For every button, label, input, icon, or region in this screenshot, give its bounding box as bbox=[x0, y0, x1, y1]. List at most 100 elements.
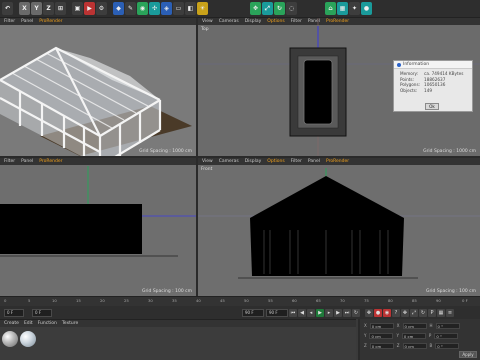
rotation-h-field[interactable]: 0 ° bbox=[435, 323, 460, 329]
coord-axis: Z bbox=[396, 343, 400, 348]
current-frame-field[interactable]: 0 F bbox=[4, 308, 24, 317]
x-axis-button[interactable]: X bbox=[19, 2, 30, 15]
deformer-icon[interactable]: ◈ bbox=[161, 2, 172, 15]
parameter-key-icon[interactable]: P bbox=[428, 308, 436, 317]
timeline-menu-icon[interactable]: ≡ bbox=[446, 308, 454, 317]
point-level-icon[interactable]: ▦ bbox=[437, 308, 445, 317]
timeline-tick: 60 bbox=[292, 298, 297, 303]
position-key-icon[interactable]: ✥ bbox=[401, 308, 409, 317]
play-icon[interactable]: ▶ bbox=[316, 308, 324, 317]
timeline-tick: 20 bbox=[100, 298, 105, 303]
tent-front-view bbox=[198, 168, 480, 279]
position-z-field[interactable]: 0 cm bbox=[369, 343, 394, 349]
tent-side-view bbox=[0, 166, 196, 257]
menu-texture[interactable]: Texture bbox=[62, 321, 78, 326]
timeline-tick: 85 bbox=[412, 298, 417, 303]
position-x-field[interactable]: 0 cm bbox=[369, 323, 394, 329]
info-row: Memory: ca. 749414 KBytes bbox=[398, 71, 465, 77]
sphere-icon[interactable]: ● bbox=[361, 2, 372, 15]
material-swatch-glass[interactable] bbox=[20, 331, 36, 347]
info-label: Objects: bbox=[400, 87, 418, 93]
transport-bar: 0 F 0 F 90 F 90 F ⏮ ◀ ◂ ▶ ▸ ▶ ⏭ ↻ ✥ ● ◉ … bbox=[0, 306, 480, 319]
live-select-icon[interactable]: ◌ bbox=[286, 2, 297, 15]
timeline-tick: 5 bbox=[28, 298, 31, 303]
y-axis-button[interactable]: Y bbox=[31, 2, 42, 15]
rotation-b-field[interactable]: 0 ° bbox=[435, 343, 460, 349]
move-key-icon[interactable]: ✥ bbox=[365, 308, 373, 317]
render-region-icon[interactable]: ▣ bbox=[72, 2, 83, 15]
pen-icon[interactable]: ✎ bbox=[125, 2, 136, 15]
coord-row-3: Z0 cm Z0 cm B0 ° bbox=[364, 343, 460, 349]
next-frame-icon[interactable]: ▸ bbox=[325, 308, 333, 317]
next-key-icon[interactable]: ▶ bbox=[334, 308, 342, 317]
timeline-tick: 10 bbox=[52, 298, 57, 303]
ok-button[interactable]: Ok bbox=[425, 103, 439, 110]
cube-icon[interactable]: ◆ bbox=[113, 2, 124, 15]
viewport-divider-horizontal[interactable] bbox=[0, 156, 480, 158]
coord-axis: B bbox=[429, 343, 433, 348]
coord-axis: Y bbox=[364, 333, 367, 338]
subdivision-icon[interactable]: ◉ bbox=[137, 2, 148, 15]
main-toolbar: ↶ X Y Z ⊞ ▣ ▶ ⚙ ◆ ✎ ◉ ✣ ◈ ▭ ◧ ☀ ✥ ⤢ ↻ ◌ … bbox=[0, 0, 480, 18]
coordinates-manager: X0 cm X0 cm H0 ° Y0 cm Y0 cm P0 ° Z0 cm … bbox=[358, 319, 480, 360]
undo-icon[interactable]: ↶ bbox=[2, 2, 13, 15]
z-axis-button[interactable]: Z bbox=[43, 2, 54, 15]
timeline-ruler[interactable]: 0 5 10 15 20 25 30 35 40 45 50 55 60 65 … bbox=[0, 296, 480, 306]
grid-spacing-label: Grid Spacing : 1000 cm bbox=[139, 149, 192, 154]
viewport-right[interactable]: Filter Panel ProRender Grid Spacing : 10… bbox=[0, 158, 196, 296]
preview-end-field[interactable]: 90 F bbox=[266, 308, 288, 317]
light-icon[interactable]: ☀ bbox=[197, 2, 208, 15]
timeline-tick: 65 bbox=[316, 298, 321, 303]
rotation-p-field[interactable]: 0 ° bbox=[434, 333, 459, 339]
plugin-icon[interactable]: ✦ bbox=[349, 2, 360, 15]
render-view-icon[interactable]: ▶ bbox=[84, 2, 95, 15]
scale-key-icon[interactable]: ⤢ bbox=[410, 308, 418, 317]
menu-function[interactable]: Function bbox=[38, 321, 57, 326]
floor-icon[interactable]: ▭ bbox=[173, 2, 184, 15]
end-frame-field[interactable]: 90 F bbox=[242, 308, 264, 317]
timeline-end-frame: 0 F bbox=[462, 298, 468, 303]
last-frame-icon[interactable]: ⏭ bbox=[343, 308, 351, 317]
loop-icon[interactable]: ↻ bbox=[352, 308, 360, 317]
info-label: Polygons: bbox=[400, 82, 421, 87]
size-y-field[interactable]: 0 cm bbox=[401, 333, 426, 339]
info-value: 149 bbox=[424, 87, 433, 93]
coord-axis: H bbox=[429, 323, 433, 328]
menu-create[interactable]: Create bbox=[4, 321, 19, 326]
first-frame-icon[interactable]: ⏮ bbox=[289, 308, 297, 317]
timeline-tick: 75 bbox=[364, 298, 369, 303]
size-x-field[interactable]: 0 cm bbox=[402, 323, 427, 329]
camera-icon[interactable]: ◧ bbox=[185, 2, 196, 15]
timeline-tick: 25 bbox=[124, 298, 129, 303]
timeline-tick: 30 bbox=[148, 298, 153, 303]
timeline-tick: 0 bbox=[4, 298, 7, 303]
rotate-icon[interactable]: ↻ bbox=[274, 2, 285, 15]
material-swatch-mat[interactable] bbox=[2, 331, 18, 347]
info-table: Memory: ca. 749414 KBytes Points: 18862637… bbox=[398, 71, 465, 93]
position-y-field[interactable]: 0 cm bbox=[369, 333, 394, 339]
keyframe-selection-icon[interactable]: ? bbox=[392, 308, 400, 317]
scale-icon[interactable]: ⤢ bbox=[262, 2, 273, 15]
autokey-icon[interactable]: ◉ bbox=[383, 308, 391, 317]
workplane-icon[interactable]: ▦ bbox=[337, 2, 348, 15]
menu-edit[interactable]: Edit bbox=[24, 321, 33, 326]
cinema4d-window: ↶ X Y Z ⊞ ▣ ▶ ⚙ ◆ ✎ ◉ ✣ ◈ ▭ ◧ ☀ ✥ ⤢ ↻ ◌ … bbox=[0, 0, 480, 360]
snap-icon[interactable]: ⌂ bbox=[325, 2, 336, 15]
prev-frame-icon[interactable]: ◂ bbox=[307, 308, 315, 317]
coord-system-icon[interactable]: ⊞ bbox=[55, 2, 66, 15]
rotation-key-icon[interactable]: ↻ bbox=[419, 308, 427, 317]
prev-key-icon[interactable]: ◀ bbox=[298, 308, 306, 317]
size-z-field[interactable]: 0 cm bbox=[402, 343, 427, 349]
viewport-perspective[interactable]: Filter Panel ProRender Grid Spacing: 10… bbox=[0, 18, 196, 156]
timeline-tick: 35 bbox=[172, 298, 177, 303]
render-settings-icon[interactable]: ⚙ bbox=[96, 2, 107, 15]
move-icon[interactable]: ✥ bbox=[250, 2, 261, 15]
apply-button[interactable]: Apply bbox=[459, 351, 477, 358]
info-row: Objects: 149 bbox=[398, 88, 465, 94]
record-icon[interactable]: ● bbox=[374, 308, 382, 317]
start-frame-field[interactable]: 0 F bbox=[32, 308, 52, 317]
timeline-tick: 55 bbox=[268, 298, 273, 303]
viewport-front[interactable]: View Cameras Display Options Filter Pane… bbox=[198, 158, 480, 296]
array-icon[interactable]: ✣ bbox=[149, 2, 160, 15]
coord-axis: X bbox=[364, 323, 367, 328]
